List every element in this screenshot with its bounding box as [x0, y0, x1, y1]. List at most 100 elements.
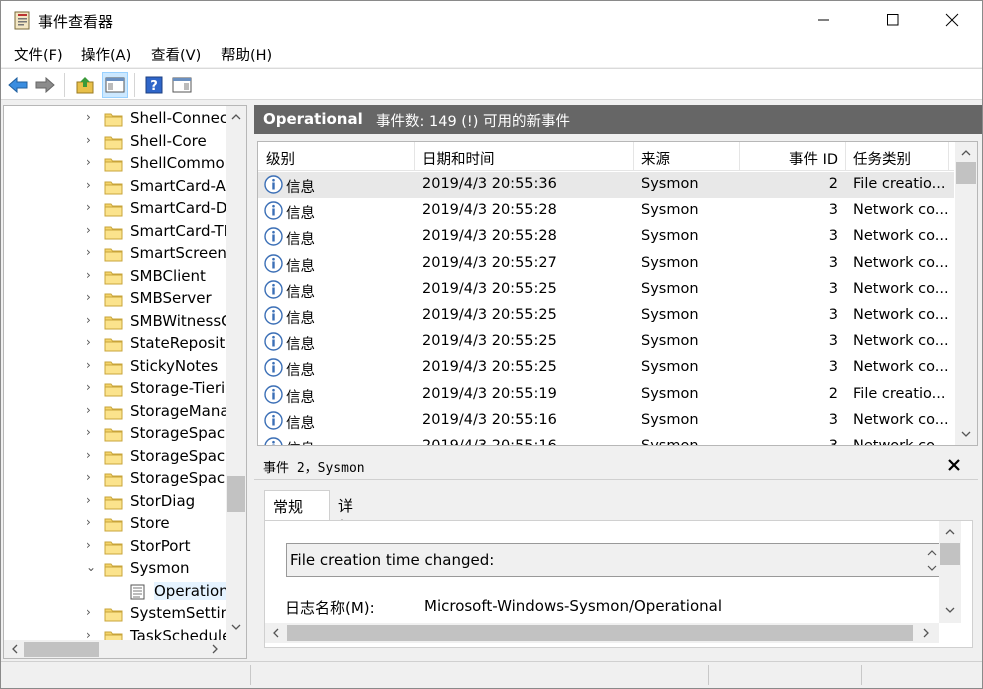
tree-item[interactable]: › ShellCommon	[4, 153, 234, 176]
event-row[interactable]: 信息 2019/4/3 20:55:28 Sysmon 3 Network co...	[258, 198, 954, 224]
scroll-down-icon[interactable]	[955, 425, 977, 443]
tree-item[interactable]: › Storage-Tierin	[4, 378, 235, 401]
close-window-button[interactable]	[929, 1, 975, 39]
column-header-source[interactable]: 来源	[641, 148, 670, 169]
column-divider[interactable]	[633, 142, 634, 171]
scroll-right-icon[interactable]	[206, 640, 224, 658]
tree-item[interactable]: › SystemSetting	[4, 603, 240, 626]
chevron-right-icon[interactable]: ›	[86, 515, 91, 529]
menu-file[interactable]: 文件(F)	[14, 44, 63, 65]
chevron-right-icon[interactable]: ›	[86, 133, 91, 147]
column-divider[interactable]	[414, 142, 415, 171]
chevron-right-icon[interactable]: ›	[86, 380, 91, 394]
tree-item[interactable]: › SmartCard-De	[4, 198, 237, 221]
event-row[interactable]: 信息 2019/4/3 20:55:19 Sysmon 2 File creatio..…	[258, 382, 954, 408]
tree-item[interactable]: › SMBServer	[4, 288, 228, 311]
back-button[interactable]	[5, 72, 31, 98]
tree-horizontal-scrollbar[interactable]	[4, 640, 246, 658]
tree-scroll-thumb[interactable]	[227, 476, 245, 512]
event-row[interactable]: 信息 2019/4/3 20:55:36 Sysmon 2 File creatio..…	[258, 172, 954, 198]
scroll-up-icon[interactable]	[939, 523, 961, 541]
event-description-box[interactable]: File creation time changed:	[286, 543, 942, 577]
tree-item[interactable]: › SMBClient	[4, 266, 228, 289]
event-row[interactable]: 信息 2019/4/3 20:55:16 Sysmon 3 Network co...	[258, 434, 954, 445]
scroll-down-icon[interactable]	[226, 618, 246, 636]
event-list-scrollbar[interactable]	[955, 142, 977, 445]
detail-horizontal-scrollbar[interactable]	[265, 623, 939, 643]
event-row[interactable]: 信息 2019/4/3 20:55:25 Sysmon 3 Network co...	[258, 277, 954, 303]
detail-scroll-thumb[interactable]	[940, 543, 960, 565]
tree-item[interactable]: Operational	[4, 581, 243, 604]
tree-item[interactable]: › SMBWitnessC	[4, 311, 232, 334]
help-button[interactable]: ?	[141, 72, 167, 98]
tree-item[interactable]: › SmartScreen	[4, 243, 228, 266]
chevron-right-icon[interactable]: ›	[86, 290, 91, 304]
event-row[interactable]: 信息 2019/4/3 20:55:25 Sysmon 3 Network co...	[258, 329, 954, 355]
forward-button[interactable]	[32, 72, 58, 98]
show-hide-tree-button[interactable]	[102, 72, 128, 98]
chevron-right-icon[interactable]: ›	[86, 110, 91, 124]
tree-item[interactable]: › SmartCard-TP	[4, 221, 233, 244]
column-divider[interactable]	[948, 142, 949, 171]
menu-help[interactable]: 帮助(H)	[221, 44, 272, 65]
chevron-right-icon[interactable]: ›	[86, 425, 91, 439]
column-header-datetime[interactable]: 日期和时间	[422, 148, 495, 169]
column-header-event-id[interactable]: 事件 ID	[789, 148, 838, 169]
tree-vertical-scrollbar[interactable]	[226, 106, 246, 640]
tab-general[interactable]: 常规	[264, 490, 330, 521]
chevron-right-icon[interactable]: ›	[86, 200, 91, 214]
action-pane-button[interactable]	[169, 72, 195, 98]
chevron-right-icon[interactable]: ›	[86, 605, 91, 619]
column-header-task-category[interactable]: 任务类别	[853, 148, 911, 169]
column-header-level[interactable]: 级别	[266, 148, 295, 169]
chevron-right-icon[interactable]: ›	[86, 403, 91, 417]
chevron-right-icon[interactable]: ›	[86, 358, 91, 372]
chevron-right-icon[interactable]: ›	[86, 245, 91, 259]
maximize-button[interactable]	[870, 1, 916, 39]
detail-vertical-scrollbar[interactable]	[939, 521, 961, 623]
scroll-up-icon[interactable]	[955, 144, 977, 162]
event-row[interactable]: 信息 2019/4/3 20:55:27 Sysmon 3 Network co...	[258, 251, 954, 277]
scroll-left-icon[interactable]	[6, 640, 24, 658]
tree-item[interactable]: › StateReposito	[4, 333, 234, 356]
menu-view[interactable]: 查看(V)	[151, 44, 201, 65]
chevron-right-icon[interactable]: ›	[86, 223, 91, 237]
scroll-up-icon[interactable]	[226, 108, 246, 126]
column-divider[interactable]	[845, 142, 846, 171]
chevron-right-icon[interactable]: ›	[86, 538, 91, 552]
event-row[interactable]: 信息 2019/4/3 20:55:25 Sysmon 3 Network co...	[258, 303, 954, 329]
chevron-down-icon[interactable]: ⌄	[86, 560, 96, 574]
tree-item[interactable]: › StorageManag	[4, 401, 239, 424]
event-row[interactable]: 信息 2019/4/3 20:55:25 Sysmon 3 Network co...	[258, 355, 954, 381]
tree-item[interactable]: › Store	[4, 513, 228, 536]
tree-item[interactable]: › SmartCard-Au	[4, 176, 235, 199]
chevron-right-icon[interactable]: ›	[86, 470, 91, 484]
chevron-right-icon[interactable]: ›	[86, 155, 91, 169]
column-divider[interactable]	[739, 142, 740, 171]
tab-details[interactable]: 详细信息	[330, 490, 361, 578]
event-row[interactable]: 信息 2019/4/3 20:55:16 Sysmon 3 Network co...	[258, 408, 954, 434]
chevron-right-icon[interactable]: ›	[86, 178, 91, 192]
chevron-right-icon[interactable]: ›	[86, 448, 91, 462]
tree-item[interactable]: ⌄ Sysmon	[4, 558, 228, 581]
chevron-right-icon[interactable]: ›	[86, 335, 91, 349]
tree-item[interactable]: › Shell-Core	[4, 131, 228, 154]
up-level-button[interactable]	[72, 72, 98, 98]
event-list-scroll-thumb[interactable]	[956, 162, 976, 184]
scroll-down-icon[interactable]	[939, 601, 961, 619]
tree-item[interactable]: › StorDiag	[4, 491, 228, 514]
tree-item[interactable]: › Shell-Connect	[4, 108, 234, 131]
event-row[interactable]: 信息 2019/4/3 20:55:28 Sysmon 3 Network co...	[258, 224, 954, 250]
minimize-button[interactable]	[801, 1, 847, 39]
chevron-right-icon[interactable]: ›	[86, 268, 91, 282]
tree-item[interactable]: › StorPort	[4, 536, 228, 559]
scroll-right-icon[interactable]	[917, 623, 935, 643]
chevron-right-icon[interactable]: ›	[86, 493, 91, 507]
tree-item[interactable]: › StorageSpace	[4, 446, 234, 469]
tree-item[interactable]: › StorageSpace	[4, 468, 234, 491]
chevron-right-icon[interactable]: ›	[86, 313, 91, 327]
scroll-left-icon[interactable]	[267, 623, 285, 643]
menu-action[interactable]: 操作(A)	[81, 44, 131, 65]
close-detail-button[interactable]	[948, 456, 960, 475]
tree-item[interactable]: › StorageSpace	[4, 423, 234, 446]
